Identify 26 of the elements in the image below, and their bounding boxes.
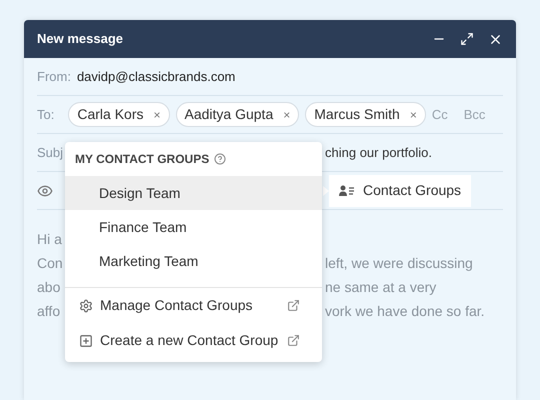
to-label: To: (37, 106, 54, 124)
contact-groups-button[interactable]: Contact Groups (329, 174, 472, 206)
window-title: New message (37, 30, 123, 48)
subject-text: ching our portfolio. (325, 144, 432, 162)
body-text: vork we have done so far. (325, 302, 485, 321)
menu-item[interactable]: Marketing Team (65, 244, 322, 278)
remove-button[interactable]: × (410, 106, 417, 124)
recipient-name: Carla Kors (77, 105, 144, 124)
menu-item[interactable]: Finance Team (65, 210, 322, 244)
subject-label: Subj (37, 144, 64, 162)
body-text: affo (37, 302, 60, 321)
body-text: Con (37, 254, 63, 273)
menu-heading: MY CONTACT GROUPS (75, 151, 210, 168)
body-text: abo (37, 278, 60, 297)
menu-item[interactable]: Design Team (65, 176, 322, 210)
menu-action[interactable]: Manage Contact Groups (65, 288, 322, 323)
remove-button[interactable]: × (153, 106, 160, 124)
recipient-name: Aaditya Gupta (184, 105, 274, 124)
from-address: davidp@classicbrands.com (76, 68, 236, 86)
menu-action[interactable]: Create a new Contact Group (65, 323, 322, 358)
from-label: From: (37, 68, 71, 86)
recipient-name: Marcus Smith (314, 105, 400, 124)
body-text: left, we were discussing (325, 254, 473, 273)
remove-button[interactable]: × (283, 106, 290, 124)
body-text: Hi a (37, 230, 62, 249)
body-text: ne same at a very (325, 278, 436, 297)
